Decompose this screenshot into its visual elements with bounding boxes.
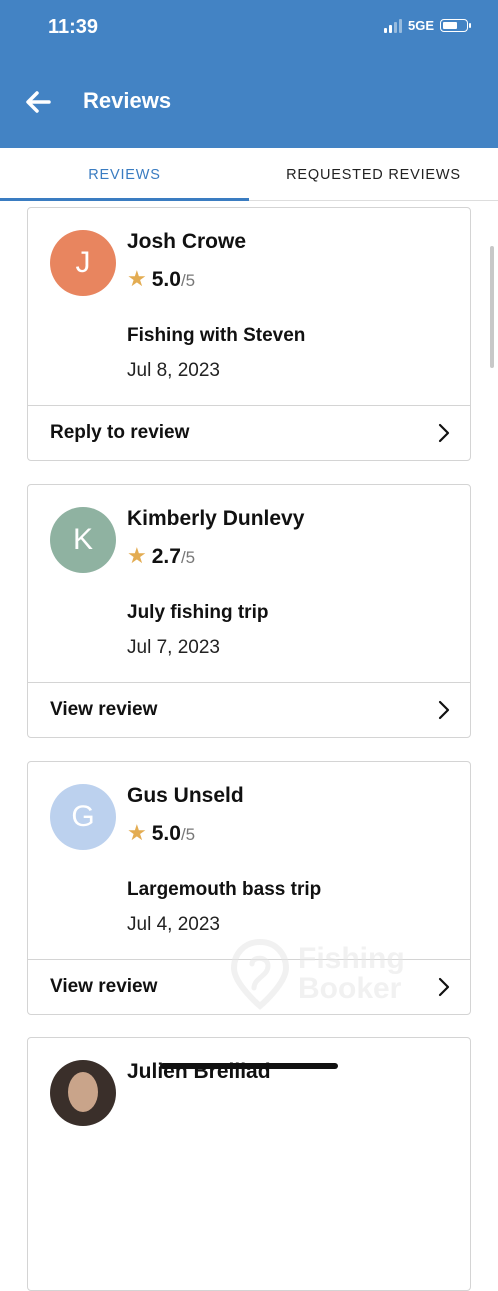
review-date: Jul 4, 2023 bbox=[127, 914, 220, 935]
active-tab-indicator bbox=[0, 198, 249, 201]
avatar: J bbox=[50, 230, 116, 296]
action-label: View review bbox=[50, 976, 158, 997]
rating: ★ 5.0 /5 bbox=[127, 268, 195, 292]
rating-score: 5.0 bbox=[151, 268, 181, 291]
reviewer-name: Gus Unseld bbox=[127, 784, 244, 807]
rating: ★ 5.0 /5 bbox=[127, 822, 195, 846]
rating-score: 2.7 bbox=[151, 545, 181, 568]
rating-out-of: /5 bbox=[180, 271, 196, 290]
view-review-button[interactable]: View review bbox=[28, 960, 470, 1014]
trip-title: Largemouth bass trip bbox=[127, 879, 322, 900]
chevron-right-icon bbox=[438, 423, 450, 443]
review-card: K Kimberly Dunlevy ★ 2.7 /5 July fishing… bbox=[27, 484, 471, 738]
view-review-button[interactable]: View review bbox=[28, 683, 470, 737]
arrow-left-icon bbox=[26, 91, 51, 113]
back-button[interactable] bbox=[22, 86, 54, 118]
status-time: 11:39 bbox=[48, 16, 99, 38]
reviewer-name: Kimberly Dunlevy bbox=[127, 507, 305, 530]
scrollbar[interactable] bbox=[490, 246, 494, 368]
rating-out-of: /5 bbox=[180, 548, 196, 567]
rating-score: 5.0 bbox=[151, 822, 181, 845]
tab-reviews[interactable]: REVIEWS bbox=[0, 148, 249, 201]
action-label: Reply to review bbox=[50, 422, 190, 443]
review-card: J Josh Crowe ★ 5.0 /5 Fishing with Steve… bbox=[27, 207, 471, 461]
action-label: View review bbox=[50, 699, 158, 720]
chevron-right-icon bbox=[438, 977, 450, 997]
avatar: K bbox=[50, 507, 116, 573]
signal-icon bbox=[383, 18, 402, 33]
trip-title: Fishing with Steven bbox=[127, 325, 306, 346]
star-icon: ★ bbox=[127, 266, 147, 291]
tab-requested-reviews[interactable]: REQUESTED REVIEWS bbox=[249, 148, 498, 201]
tab-bar: REVIEWS REQUESTED REVIEWS bbox=[0, 148, 498, 201]
home-indicator bbox=[160, 1063, 338, 1069]
review-date: Jul 8, 2023 bbox=[127, 360, 220, 381]
reply-to-review-button[interactable]: Reply to review bbox=[28, 406, 470, 460]
avatar: G bbox=[50, 784, 116, 850]
app-bar: 11:39 5GE Reviews bbox=[0, 0, 498, 148]
review-card: G Gus Unseld ★ 5.0 /5 Largemouth bass tr… bbox=[27, 761, 471, 1015]
star-icon: ★ bbox=[127, 543, 147, 568]
status-icons: 5GE bbox=[383, 18, 471, 33]
page-title: Reviews bbox=[83, 88, 172, 113]
star-icon: ★ bbox=[127, 820, 147, 845]
rating-out-of: /5 bbox=[180, 825, 196, 844]
trip-title: July fishing trip bbox=[127, 602, 269, 623]
chevron-right-icon bbox=[438, 700, 450, 720]
avatar bbox=[50, 1060, 116, 1126]
reviewer-name: Josh Crowe bbox=[127, 230, 247, 253]
review-card: Julien Breillad bbox=[27, 1037, 471, 1291]
network-label: 5GE bbox=[407, 18, 434, 33]
battery-icon bbox=[440, 19, 471, 32]
review-date: Jul 7, 2023 bbox=[127, 637, 220, 658]
rating: ★ 2.7 /5 bbox=[127, 545, 195, 569]
